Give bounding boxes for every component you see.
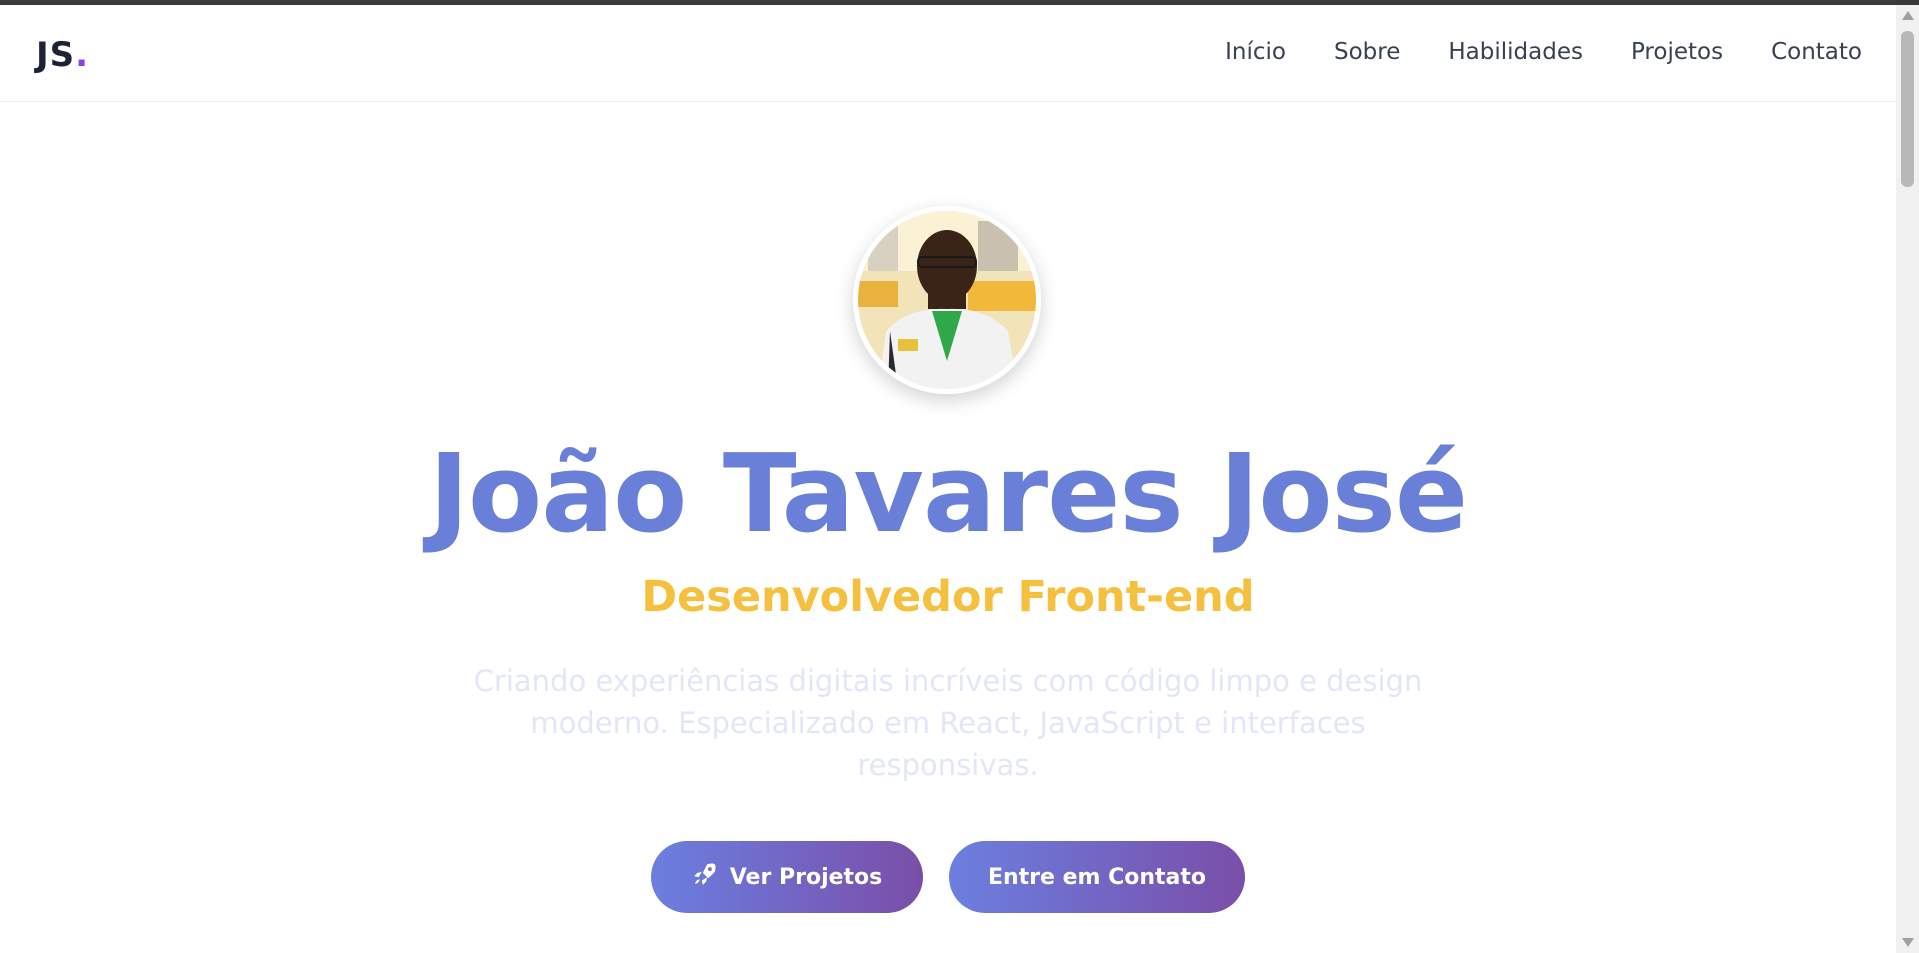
- hero-name: João Tavares José: [428, 432, 1468, 557]
- site-logo[interactable]: JS.: [36, 35, 89, 75]
- view-projects-button[interactable]: Ver Projetos: [651, 841, 923, 913]
- scrollbar-thumb[interactable]: [1901, 31, 1914, 187]
- hero-section: João Tavares José Desenvolvedor Front-en…: [0, 102, 1896, 953]
- site-header: JS. Início Sobre Habilidades Projetos Co…: [0, 5, 1896, 102]
- view-projects-label: Ver Projetos: [729, 864, 883, 890]
- profile-photo: [858, 211, 1036, 389]
- nav-link-habilidades[interactable]: Habilidades: [1448, 39, 1583, 65]
- scroll-down-arrow-icon[interactable]: [1902, 938, 1914, 947]
- nav-link-projetos[interactable]: Projetos: [1631, 39, 1723, 65]
- nav-link-inicio[interactable]: Início: [1225, 39, 1286, 65]
- rocket-icon: [692, 861, 718, 893]
- nav-link-contato[interactable]: Contato: [1771, 39, 1862, 65]
- hero-description: Criando experiências digitais incríveis …: [473, 664, 1423, 782]
- scroll-up-arrow-icon[interactable]: [1902, 11, 1914, 20]
- hero-buttons: Ver Projetos Entre em Contato: [0, 841, 1896, 913]
- page: JS. Início Sobre Habilidades Projetos Co…: [0, 5, 1896, 953]
- contact-button[interactable]: Entre em Contato: [949, 841, 1245, 913]
- logo-dot: .: [75, 35, 90, 75]
- profile-avatar: [853, 206, 1041, 394]
- contact-label: Entre em Contato: [987, 864, 1207, 890]
- main-nav: Início Sobre Habilidades Projetos Contat…: [1225, 39, 1862, 65]
- page-scrollbar[interactable]: [1896, 5, 1919, 953]
- logo-text: JS: [36, 35, 76, 75]
- nav-link-sobre[interactable]: Sobre: [1334, 39, 1400, 65]
- hero-role: Desenvolvedor Front-end: [641, 572, 1255, 622]
